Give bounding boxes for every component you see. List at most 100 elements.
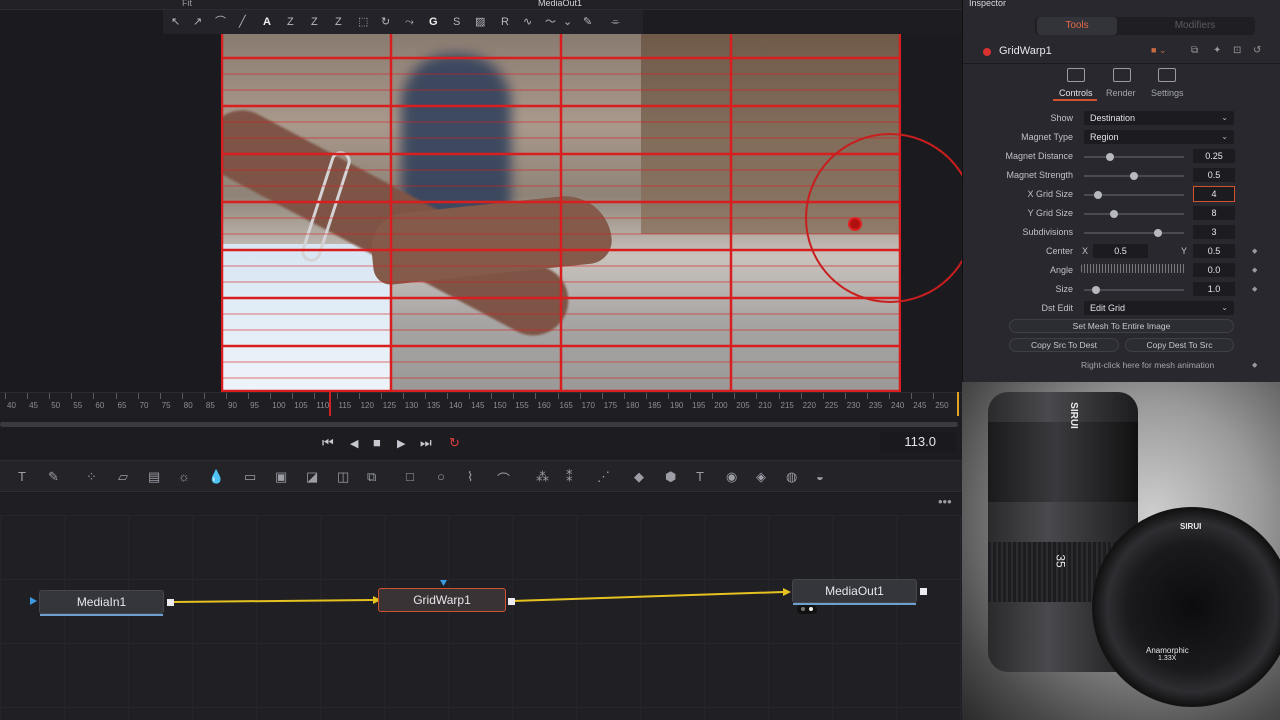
tool-z1[interactable]: Z [287,14,294,30]
node-editor[interactable]: MediaIn1 GridWarp1 MediaOut1 [0,515,962,720]
magnet-strength-slider[interactable] [1084,172,1184,180]
freehand-icon[interactable]: ～ [545,14,556,30]
tool-r[interactable]: R [501,14,509,30]
tool-z3[interactable]: Z [335,14,342,30]
show-dropdown[interactable]: Destination ⌄ [1084,111,1234,125]
x-grid-size-slider[interactable] [1084,191,1184,199]
camera3d-icon[interactable]: ◈ [756,469,766,485]
text3d-icon[interactable]: T [696,469,704,484]
node-gridwarp1[interactable]: GridWarp1 [378,588,506,612]
magnet-region-circle[interactable] [805,133,975,303]
brightness-icon[interactable]: ☼ [178,469,190,484]
slider-knob[interactable] [1094,191,1102,199]
y-grid-size-slider[interactable] [1084,210,1184,218]
x-grid-size-field[interactable]: 4 [1193,186,1235,202]
render-icon[interactable]: ⋰ [597,469,610,485]
background-icon[interactable]: ▭ [244,469,256,485]
bspline-tool-icon[interactable]: ↗ [193,14,202,30]
image-icon[interactable]: ▨ [475,14,485,30]
tool-a[interactable]: A [263,14,271,30]
rotate-icon[interactable]: ↻ [381,14,390,30]
node-mediain1[interactable]: MediaIn1 [39,590,164,616]
more-options-icon[interactable]: ••• [938,494,952,509]
renderer3d-icon[interactable]: ◍ [786,469,797,485]
curve-icon[interactable]: ∿ [523,14,532,30]
copy-dest-to-src-button[interactable]: Copy Dest To Src [1125,338,1234,352]
node-mediaout1[interactable]: MediaOut1 [792,579,917,605]
size-field[interactable]: 1.0 [1193,282,1235,296]
node-color-dot[interactable] [983,48,991,56]
time-ruler[interactable]: 40 45 50 55 60 65 70 75 80 85 90 95 100 105 110 115 120 1… [0,392,962,418]
angle-field[interactable]: 0.0 [1193,263,1235,277]
size-slider[interactable] [1084,286,1184,294]
tool-s[interactable]: S [453,14,460,30]
magnet-type-dropdown[interactable]: Region ⌄ [1084,130,1234,144]
viewer-image[interactable] [221,34,901,392]
magnet-center-handle[interactable] [848,217,862,231]
warp-grid[interactable] [221,34,901,392]
reset-icon[interactable]: ↺ [1253,45,1261,56]
keyframe-diamond-icon[interactable]: ◆ [1252,247,1257,255]
fast-noise-icon[interactable]: ▤ [148,469,160,485]
tab-settings[interactable]: Settings [1151,88,1184,98]
select-tool-icon[interactable]: ↖ [171,14,180,30]
center-y-field[interactable]: 0.5 [1193,244,1235,258]
play-reverse-icon[interactable]: ◀ [350,437,358,450]
output-port[interactable] [167,599,174,606]
slider-knob[interactable] [1106,153,1114,161]
slider-knob[interactable] [1154,229,1162,237]
lock-icon[interactable]: ⊡ [1233,45,1241,56]
bucket-icon[interactable]: ◒ [816,469,824,484]
bspline-mask-icon[interactable]: ⌒ [497,469,510,488]
polyline-tool-icon[interactable]: ⌒ [215,14,226,30]
keyframe-diamond-icon[interactable]: ◆ [1252,285,1257,293]
current-frame-field[interactable]: 113.0 [880,432,956,452]
pen-tool-icon[interactable]: ✎ [583,14,592,30]
transform-box-icon[interactable]: ⬚ [358,14,368,30]
inspector-node-name[interactable]: GridWarp1 [999,45,1052,57]
color-icon[interactable]: 💧 [208,469,224,485]
particle-icon[interactable]: ⁘ [86,469,97,485]
viewer-indicator[interactable] [797,605,817,614]
text-tool-icon[interactable]: T [18,469,26,484]
dst-edit-dropdown[interactable]: Edit Grid ⌄ [1084,301,1234,315]
tab-modifiers[interactable]: Modifiers [1155,17,1235,35]
mesh-animation-hint[interactable]: Right-click here for mesh animation [1081,360,1214,370]
pin-icon[interactable]: ✦ [1213,45,1221,56]
emitter-icon[interactable]: ⁑ [566,469,573,485]
channel-icon[interactable]: ◪ [306,469,318,485]
subdivisions-field[interactable]: 3 [1193,225,1235,239]
center-x-field[interactable]: 0.5 [1093,244,1148,258]
tab-controls[interactable]: Controls [1059,88,1093,98]
keyframe-diamond-icon[interactable]: ◆ [1252,266,1257,274]
y-grid-size-field[interactable]: 8 [1193,206,1235,220]
slider-knob[interactable] [1092,286,1100,294]
playhead[interactable] [329,392,331,416]
versions-icon[interactable]: ⧉ [1191,45,1198,56]
resize-icon[interactable]: ⧉ [367,469,376,485]
render-icon[interactable] [1113,68,1131,82]
chevron-down-icon[interactable]: ⌄ [563,14,572,30]
keyframe-diamond-icon[interactable]: ◆ [1252,361,1257,369]
paint-tool-icon[interactable]: ✎ [48,469,59,485]
merge3d-icon[interactable]: ⬢ [665,469,676,485]
go-to-end-icon[interactable]: ⏭ [420,435,432,451]
shape3d-icon[interactable]: ◆ [634,469,644,485]
magnet-distance-slider[interactable] [1084,153,1184,161]
tool-g[interactable]: G [429,14,438,30]
range-end-marker[interactable] [957,392,959,416]
gradient-icon[interactable]: ▱ [118,469,128,485]
magnet-strength-field[interactable]: 0.5 [1193,168,1235,182]
warp-icon[interactable]: ⤳ [405,14,414,30]
zoom-label[interactable]: Fit [182,0,192,8]
angle-thumbwheel[interactable] [1081,264,1185,273]
magnet-distance-field[interactable]: 0.25 [1193,149,1235,163]
go-to-start-icon[interactable]: ⏮ [322,435,334,451]
stop-icon[interactable]: ■ [373,435,381,450]
subdivisions-slider[interactable] [1084,229,1184,237]
light3d-icon[interactable]: ◉ [726,469,737,485]
timeline-scrollbar[interactable] [0,422,958,427]
polygon-mask-icon[interactable]: ⌇ [467,469,473,485]
copy-src-to-dest-button[interactable]: Copy Src To Dest [1009,338,1119,352]
merge-icon[interactable]: ▣ [275,469,287,485]
